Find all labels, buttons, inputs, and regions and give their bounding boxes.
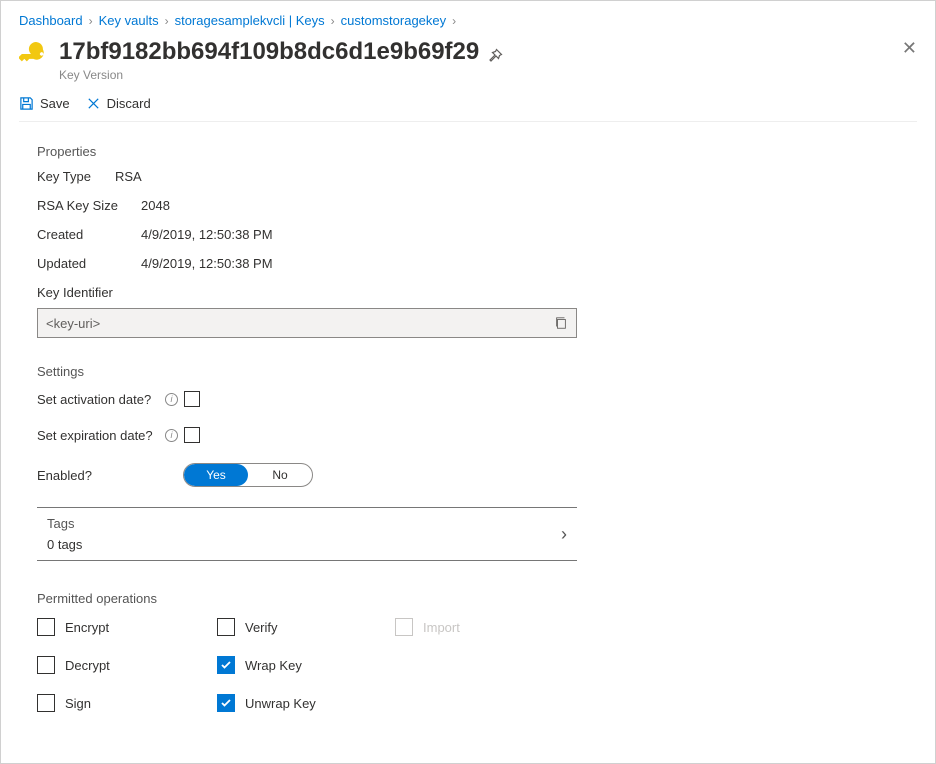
copy-icon[interactable] xyxy=(554,316,568,330)
chevron-right-icon: › xyxy=(452,14,456,28)
breadcrumb-dashboard[interactable]: Dashboard xyxy=(19,13,83,28)
toolbar: Save Discard xyxy=(19,96,917,122)
close-icon[interactable]: ✕ xyxy=(902,38,917,59)
key-identifier-value: <key-uri> xyxy=(46,316,100,331)
encrypt-checkbox[interactable] xyxy=(37,618,55,636)
save-icon xyxy=(19,96,34,111)
enabled-toggle[interactable]: Yes No xyxy=(183,463,313,487)
expiration-date-label: Set expiration date? xyxy=(37,428,159,443)
breadcrumb-vault-keys[interactable]: storagesamplekvcli | Keys xyxy=(175,13,325,28)
sign-checkbox[interactable] xyxy=(37,694,55,712)
activation-date-checkbox[interactable] xyxy=(184,391,200,407)
enabled-no[interactable]: No xyxy=(248,464,312,486)
chevron-right-icon: › xyxy=(331,14,335,28)
key-identifier-field[interactable]: <key-uri> xyxy=(37,308,577,338)
verify-checkbox[interactable] xyxy=(217,618,235,636)
settings-heading: Settings xyxy=(37,364,917,379)
info-icon[interactable]: i xyxy=(165,393,178,406)
updated-label: Updated xyxy=(37,256,123,271)
sign-label: Sign xyxy=(65,696,91,711)
key-identifier-label: Key Identifier xyxy=(37,285,917,300)
key-size-value: 2048 xyxy=(141,198,170,213)
import-label: Import xyxy=(423,620,460,635)
info-icon[interactable]: i xyxy=(165,429,178,442)
breadcrumb-keyvaults[interactable]: Key vaults xyxy=(99,13,159,28)
enabled-yes[interactable]: Yes xyxy=(184,464,248,486)
save-label: Save xyxy=(40,96,70,111)
page-subtitle: Key Version xyxy=(59,68,503,82)
pin-icon[interactable] xyxy=(487,48,503,64)
activation-date-label: Set activation date? xyxy=(37,392,159,407)
enabled-label: Enabled? xyxy=(37,468,177,483)
updated-value: 4/9/2019, 12:50:38 PM xyxy=(141,256,273,271)
discard-button[interactable]: Discard xyxy=(86,96,151,111)
page-title: 17bf9182bb694f109b8dc6d1e9b69f29 xyxy=(59,38,479,66)
discard-icon xyxy=(86,96,101,111)
tags-count: 0 tags xyxy=(47,537,82,552)
created-value: 4/9/2019, 12:50:38 PM xyxy=(141,227,273,242)
expiration-date-checkbox[interactable] xyxy=(184,427,200,443)
decrypt-label: Decrypt xyxy=(65,658,110,673)
decrypt-checkbox[interactable] xyxy=(37,656,55,674)
created-label: Created xyxy=(37,227,123,242)
verify-label: Verify xyxy=(245,620,278,635)
key-type-value: RSA xyxy=(115,169,142,184)
unwrap-label: Unwrap Key xyxy=(245,696,316,711)
key-type-label: Key Type xyxy=(37,169,97,184)
tags-label: Tags xyxy=(47,516,82,531)
chevron-right-icon: › xyxy=(561,524,567,545)
chevron-right-icon: › xyxy=(165,14,169,28)
operations-heading: Permitted operations xyxy=(37,591,917,606)
tags-row[interactable]: Tags 0 tags › xyxy=(37,507,577,561)
encrypt-label: Encrypt xyxy=(65,620,109,635)
key-size-label: RSA Key Size xyxy=(37,198,123,213)
discard-label: Discard xyxy=(107,96,151,111)
unwrap-checkbox[interactable] xyxy=(217,694,235,712)
breadcrumb: Dashboard › Key vaults › storagesamplekv… xyxy=(19,13,917,28)
wrap-label: Wrap Key xyxy=(245,658,302,673)
save-button[interactable]: Save xyxy=(19,96,70,111)
key-icon xyxy=(19,42,47,70)
chevron-right-icon: › xyxy=(89,14,93,28)
properties-heading: Properties xyxy=(37,144,917,159)
wrap-checkbox[interactable] xyxy=(217,656,235,674)
import-checkbox xyxy=(395,618,413,636)
breadcrumb-keyname[interactable]: customstoragekey xyxy=(341,13,447,28)
